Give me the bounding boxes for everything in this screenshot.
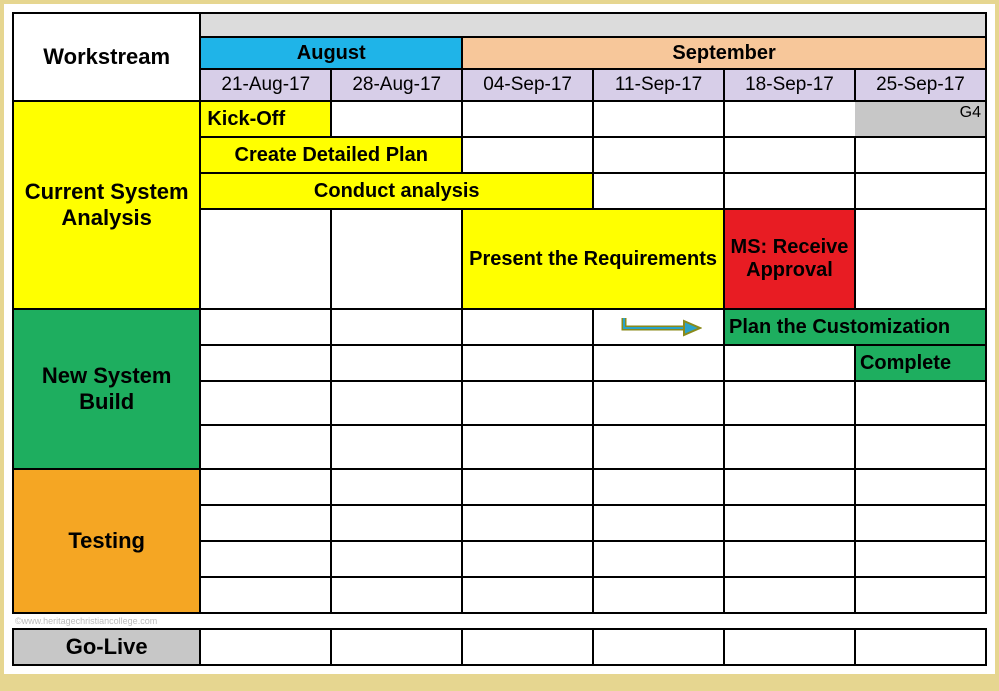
empty-cell	[462, 629, 593, 665]
empty-cell	[331, 309, 462, 345]
empty-cell	[331, 469, 462, 505]
empty-cell	[593, 425, 724, 469]
empty-cell	[855, 381, 986, 425]
date-col-3: 11-Sep-17	[593, 69, 724, 101]
empty-cell	[462, 505, 593, 541]
empty-cell	[200, 309, 331, 345]
date-col-4: 18-Sep-17	[724, 69, 855, 101]
empty-cell	[462, 469, 593, 505]
empty-cell	[855, 469, 986, 505]
empty-cell	[462, 381, 593, 425]
task-complete: Complete	[855, 345, 986, 381]
empty-cell	[593, 629, 724, 665]
empty-cell	[200, 425, 331, 469]
gantt-table: Workstream August September 21-Aug-17 28…	[12, 12, 987, 666]
corner-badge: G4	[855, 101, 986, 137]
empty-cell	[724, 577, 855, 613]
empty-cell	[724, 381, 855, 425]
task-present-req: Present the Requirements	[462, 209, 724, 309]
task-kickoff: Kick-Off	[200, 101, 331, 137]
task-ms-approval: MS: Receive Approval	[724, 209, 855, 309]
dependency-arrow-cell	[593, 309, 724, 345]
empty-cell	[855, 173, 986, 209]
empty-cell	[331, 101, 462, 137]
empty-cell	[200, 345, 331, 381]
workstream-testing: Testing	[13, 469, 200, 613]
empty-cell	[724, 345, 855, 381]
empty-cell	[462, 101, 593, 137]
empty-cell	[593, 469, 724, 505]
empty-cell	[593, 137, 724, 173]
empty-cell	[331, 541, 462, 577]
empty-cell	[724, 541, 855, 577]
empty-cell	[462, 345, 593, 381]
empty-cell	[462, 577, 593, 613]
empty-cell	[593, 381, 724, 425]
empty-cell	[724, 101, 855, 137]
empty-cell	[200, 209, 331, 309]
date-col-2: 04-Sep-17	[462, 69, 593, 101]
empty-cell	[200, 577, 331, 613]
header-spacer	[200, 13, 986, 37]
empty-cell	[593, 101, 724, 137]
empty-cell	[200, 541, 331, 577]
month-september: September	[462, 37, 986, 69]
empty-cell	[855, 577, 986, 613]
empty-cell	[855, 209, 986, 309]
header-workstream: Workstream	[13, 13, 200, 101]
workstream-current: Current System Analysis	[13, 101, 200, 309]
watermark-text: ©www.heritagechristiancollege.com	[13, 613, 986, 629]
empty-cell	[593, 505, 724, 541]
empty-cell	[200, 505, 331, 541]
empty-cell	[724, 425, 855, 469]
empty-cell	[200, 381, 331, 425]
empty-cell	[724, 505, 855, 541]
workstream-newbuild: New System Build	[13, 309, 200, 469]
empty-cell	[855, 629, 986, 665]
workstream-golive: Go-Live	[13, 629, 200, 665]
empty-cell	[331, 209, 462, 309]
date-col-0: 21-Aug-17	[200, 69, 331, 101]
empty-cell	[724, 137, 855, 173]
empty-cell	[855, 505, 986, 541]
empty-cell	[331, 577, 462, 613]
empty-cell	[855, 425, 986, 469]
empty-cell	[724, 173, 855, 209]
month-august: August	[200, 37, 462, 69]
empty-cell	[331, 505, 462, 541]
empty-cell	[462, 425, 593, 469]
date-col-5: 25-Sep-17	[855, 69, 986, 101]
empty-cell	[593, 345, 724, 381]
empty-cell	[855, 541, 986, 577]
task-conduct-analysis: Conduct analysis	[200, 173, 593, 209]
arrow-icon	[616, 314, 702, 340]
task-create-plan: Create Detailed Plan	[200, 137, 462, 173]
empty-cell	[593, 541, 724, 577]
empty-cell	[462, 137, 593, 173]
empty-cell	[200, 629, 331, 665]
empty-cell	[331, 425, 462, 469]
empty-cell	[331, 629, 462, 665]
empty-cell	[593, 173, 724, 209]
date-col-1: 28-Aug-17	[331, 69, 462, 101]
empty-cell	[331, 345, 462, 381]
empty-cell	[724, 629, 855, 665]
empty-cell	[593, 577, 724, 613]
task-plan-custom: Plan the Customization	[724, 309, 986, 345]
empty-cell	[462, 541, 593, 577]
empty-cell	[855, 137, 986, 173]
empty-cell	[331, 381, 462, 425]
empty-cell	[200, 469, 331, 505]
empty-cell	[462, 309, 593, 345]
empty-cell	[724, 469, 855, 505]
